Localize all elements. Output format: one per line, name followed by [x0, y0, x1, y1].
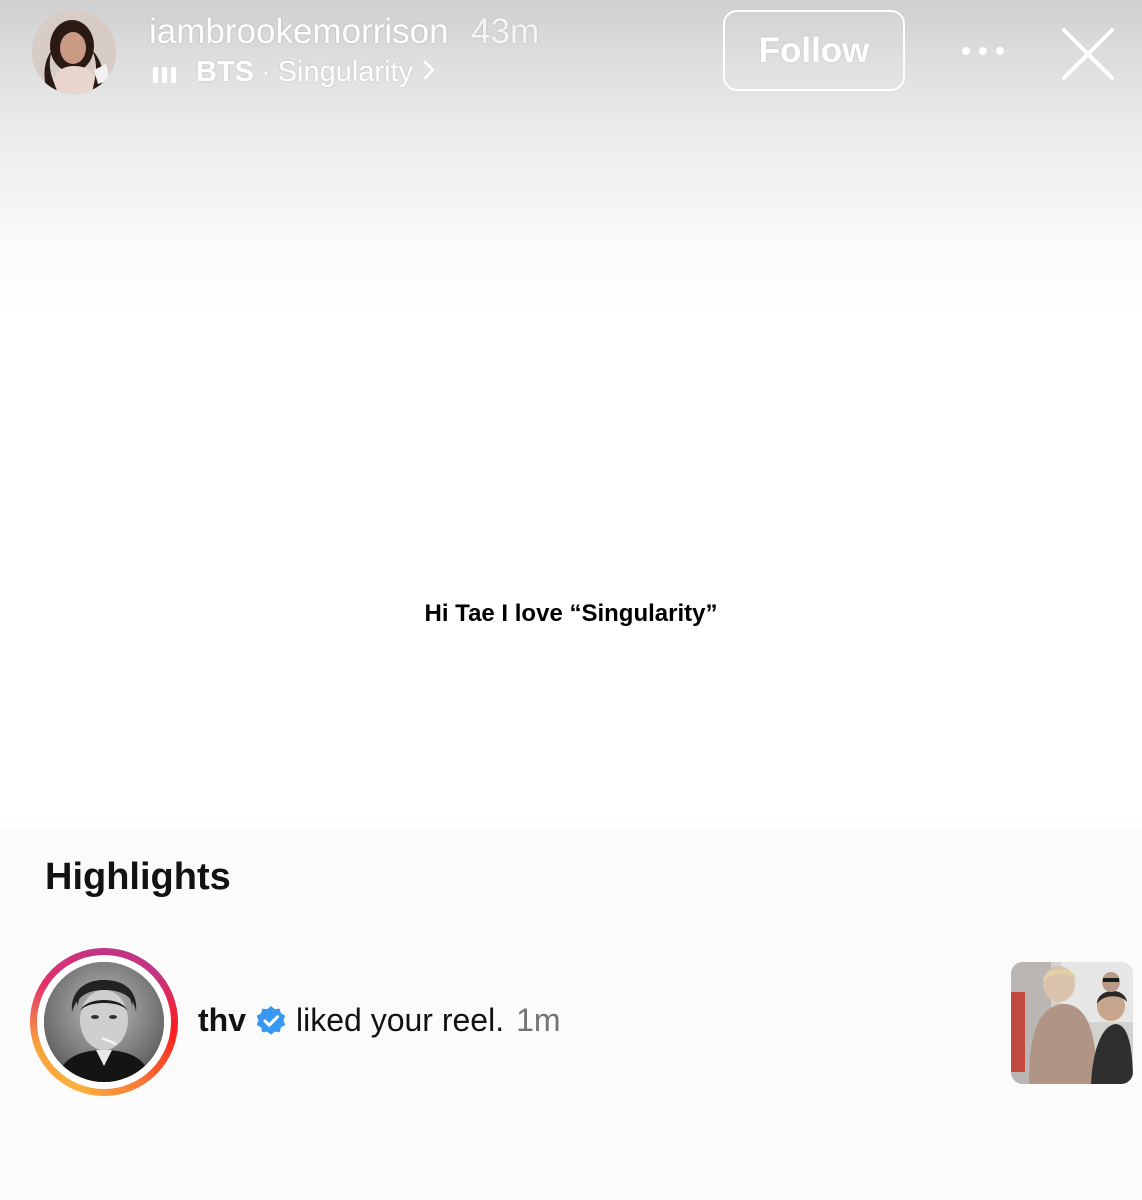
- music-attribution[interactable]: BTS · Singularity: [153, 56, 435, 89]
- chevron-right-icon: [423, 60, 435, 85]
- username-row: iambrookemorrison 43m: [149, 12, 539, 52]
- close-icon[interactable]: [1058, 24, 1118, 84]
- story-header: iambrookemorrison 43m BTS · Singularity …: [0, 0, 1142, 110]
- post-time: 43m: [471, 12, 540, 51]
- story-viewer: iambrookemorrison 43m BTS · Singularity …: [0, 0, 1142, 1200]
- story-ring[interactable]: [30, 948, 178, 1096]
- music-artist: BTS: [196, 56, 254, 88]
- reel-thumbnail[interactable]: [1011, 962, 1133, 1084]
- notification-text: thv liked your reel. 1m: [198, 1002, 561, 1039]
- notification-username[interactable]: thv: [198, 1002, 246, 1039]
- notification-row[interactable]: thv liked your reel. 1m: [0, 948, 1142, 1098]
- story-caption: Hi Tae I love “Singularity”: [424, 600, 718, 627]
- highlights-title: Highlights: [45, 856, 231, 898]
- notification-time: 1m: [516, 1002, 561, 1038]
- verified-badge-icon: [255, 1005, 287, 1037]
- notification-action: liked your reel.: [296, 1002, 505, 1038]
- highlights-panel: Highlights thv liked your reel. 1m: [0, 830, 1142, 1120]
- username[interactable]: iambrookemorrison: [149, 12, 449, 51]
- music-song: Singularity: [277, 56, 414, 88]
- more-options-icon[interactable]: [958, 36, 1008, 66]
- thv-avatar: [44, 962, 164, 1082]
- music-bars-icon: [153, 63, 176, 83]
- follow-button[interactable]: Follow: [723, 10, 905, 91]
- user-avatar[interactable]: [32, 10, 116, 94]
- music-separator: ·: [261, 56, 271, 88]
